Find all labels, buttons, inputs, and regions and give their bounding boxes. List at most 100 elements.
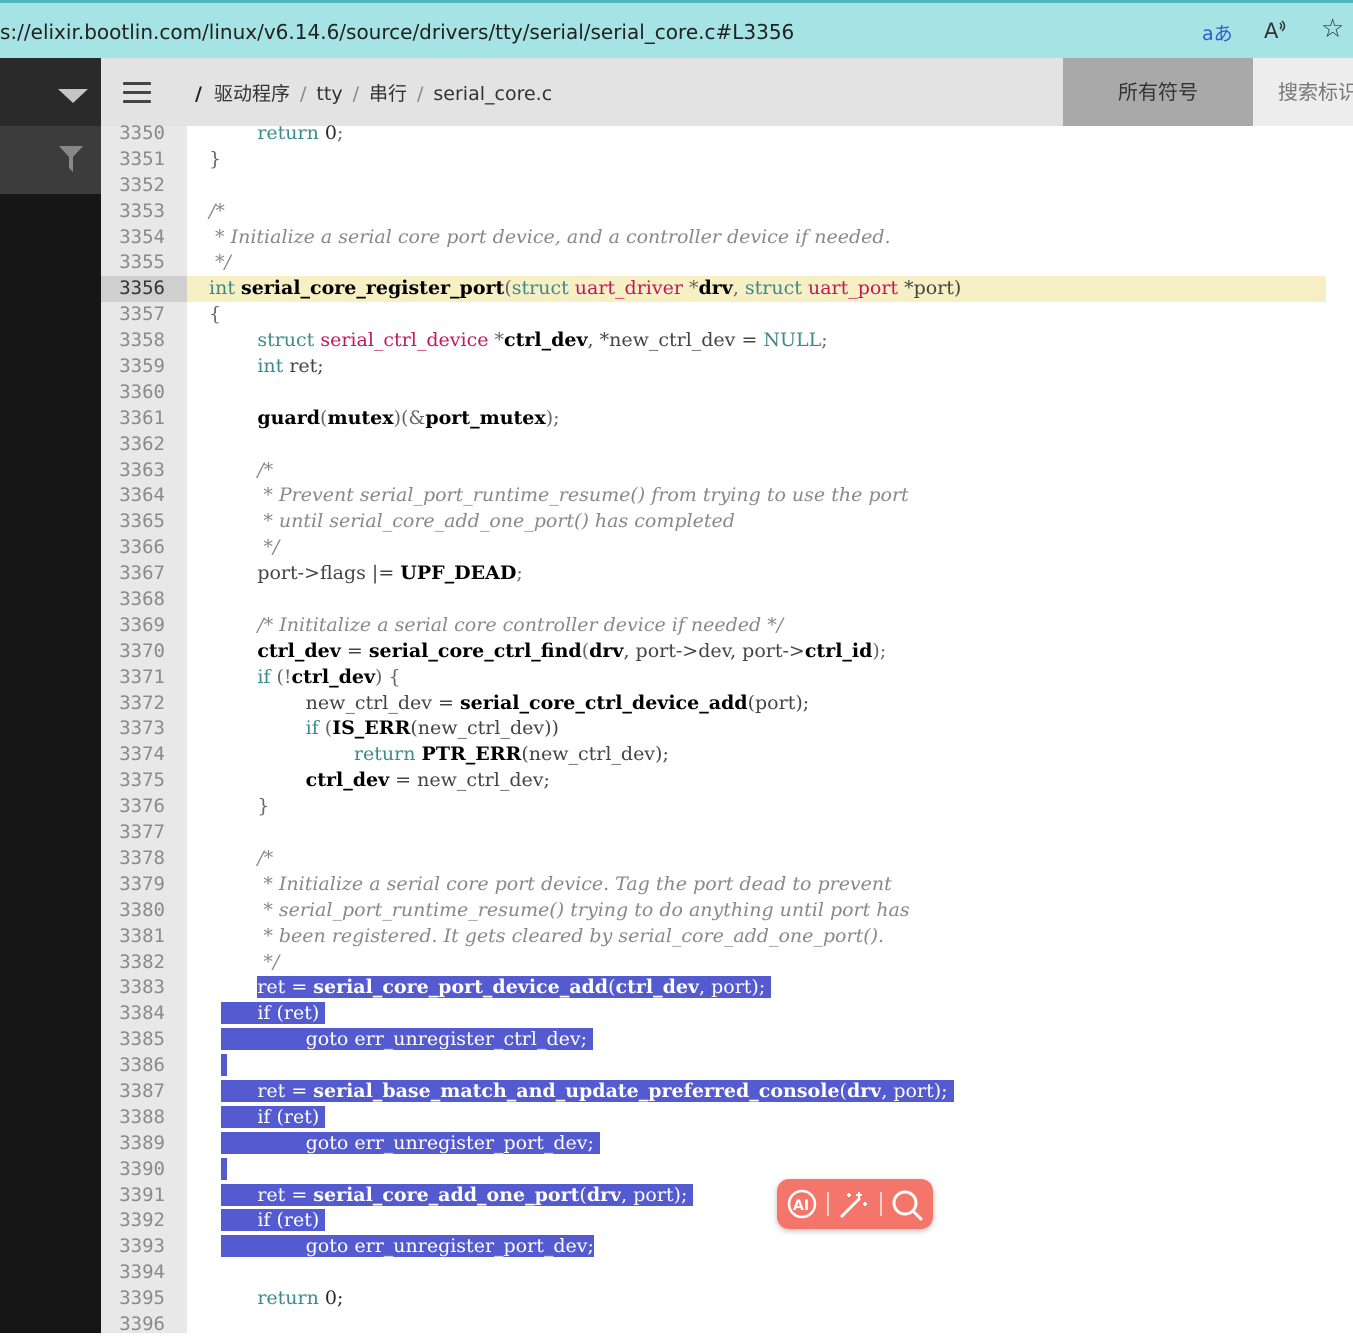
code-text[interactable]: if (ret) xyxy=(209,1105,326,1131)
code-text[interactable]: new_ctrl_dev = serial_core_ctrl_device_a… xyxy=(209,691,810,717)
search-identifier-button[interactable]: 搜索标识 xyxy=(1253,58,1353,126)
code-text[interactable]: /* xyxy=(209,199,225,225)
code-text[interactable]: return 0; xyxy=(209,1286,343,1312)
code-text[interactable]: ret = serial_core_port_device_add(ctrl_d… xyxy=(209,975,772,1001)
line-number[interactable]: 3352 xyxy=(101,173,165,199)
code-line[interactable]: 3360 xyxy=(101,380,1353,406)
code-line[interactable]: 3375 ctrl_dev = new_ctrl_dev; xyxy=(101,768,1353,794)
browser-address-bar[interactable]: s://elixir.bootlin.com/linux/v6.14.6/sou… xyxy=(0,0,1353,58)
code-text[interactable]: port->flags |= UPF_DEAD; xyxy=(209,561,522,587)
code-text[interactable]: int serial_core_register_port(struct uar… xyxy=(209,276,961,302)
code-line[interactable]: 3354 * Initialize a serial core port dev… xyxy=(101,225,1353,251)
code-line[interactable]: 3351} xyxy=(101,147,1353,173)
code-line[interactable]: 3393 goto err_unregister_port_dev; xyxy=(101,1234,1353,1260)
line-number[interactable]: 3366 xyxy=(101,535,165,561)
line-number[interactable]: 3393 xyxy=(101,1234,165,1260)
code-text[interactable]: if (IS_ERR(new_ctrl_dev)) xyxy=(209,716,559,742)
code-line[interactable]: 3350 return 0; xyxy=(101,121,1353,147)
line-number[interactable]: 3367 xyxy=(101,561,165,587)
code-line[interactable]: 3384 if (ret) xyxy=(101,1001,1353,1027)
code-line[interactable]: 3367 port->flags |= UPF_DEAD; xyxy=(101,561,1353,587)
favorite-star-icon[interactable]: ☆ xyxy=(1321,14,1344,44)
code-text[interactable]: */ xyxy=(209,950,279,976)
code-line[interactable]: 3380 * serial_port_runtime_resume() tryi… xyxy=(101,898,1353,924)
code-text[interactable] xyxy=(209,1053,228,1079)
code-line[interactable]: 3357 { xyxy=(101,302,1353,328)
code-text[interactable]: guard(mutex)(&port_mutex); xyxy=(209,406,559,432)
line-number[interactable]: 3390 xyxy=(101,1157,165,1183)
line-number[interactable]: 3389 xyxy=(101,1131,165,1157)
code-line[interactable]: 3385 goto err_unregister_ctrl_dev; xyxy=(101,1027,1353,1053)
code-text[interactable]: return PTR_ERR(new_ctrl_dev); xyxy=(209,742,669,768)
line-number[interactable]: 3378 xyxy=(101,846,165,872)
code-text[interactable]: if (ret) xyxy=(209,1001,326,1027)
code-line[interactable]: 3383 ret = serial_core_port_device_add(c… xyxy=(101,975,1353,1001)
line-number[interactable]: 3356 xyxy=(101,276,187,303)
code-line[interactable]: 3365 * until serial_core_add_one_port() … xyxy=(101,509,1353,535)
filter-icon[interactable] xyxy=(59,146,83,172)
breadcrumb-item-serial[interactable]: 串行 xyxy=(369,83,407,105)
code-text[interactable]: goto err_unregister_ctrl_dev; xyxy=(209,1027,594,1053)
line-number[interactable]: 3373 xyxy=(101,716,165,742)
code-text[interactable]: * Initialize a serial core port device. … xyxy=(209,872,891,898)
code-line[interactable]: 3359 int ret; xyxy=(101,354,1353,380)
line-number[interactable]: 3379 xyxy=(101,872,165,898)
code-line[interactable]: 3377 xyxy=(101,820,1353,846)
search-icon[interactable] xyxy=(890,1188,924,1222)
magic-wand-icon[interactable] xyxy=(837,1188,871,1220)
all-symbols-button[interactable]: 所有符号 xyxy=(1063,58,1253,126)
code-text[interactable]: * Initialize a serial core port device, … xyxy=(209,225,891,251)
code-line[interactable]: 3372 new_ctrl_dev = serial_core_ctrl_dev… xyxy=(101,691,1353,717)
code-line[interactable]: 3364 * Prevent serial_port_runtime_resum… xyxy=(101,483,1353,509)
breadcrumb-item-drivers[interactable]: 驱动程序 xyxy=(214,83,290,105)
code-text[interactable]: * been registered. It gets cleared by se… xyxy=(209,924,884,950)
code-text[interactable]: * until serial_core_add_one_port() has c… xyxy=(209,509,735,535)
code-line[interactable]: 3353 /* xyxy=(101,199,1353,225)
line-number[interactable]: 3355 xyxy=(101,250,165,276)
line-number[interactable]: 3363 xyxy=(101,458,165,484)
code-line[interactable]: 3373 if (IS_ERR(new_ctrl_dev)) xyxy=(101,716,1353,742)
url-text[interactable]: s://elixir.bootlin.com/linux/v6.14.6/sou… xyxy=(0,20,794,44)
code-text[interactable]: /* xyxy=(209,846,273,872)
code-line[interactable]: 3363 /* xyxy=(101,458,1353,484)
line-number[interactable]: 3388 xyxy=(101,1105,165,1131)
code-line[interactable]: 3381 * been registered. It gets cleared … xyxy=(101,924,1353,950)
line-number[interactable]: 3372 xyxy=(101,691,165,717)
code-line[interactable]: 3356 int serial_core_register_port(struct… xyxy=(101,276,1353,303)
code-line[interactable]: 3361 guard(mutex)(&port_mutex); xyxy=(101,406,1353,432)
code-text[interactable]: { xyxy=(209,302,221,328)
code-line[interactable]: 3366 */ xyxy=(101,535,1353,561)
code-text[interactable]: } xyxy=(209,147,221,173)
line-number[interactable]: 3369 xyxy=(101,613,165,639)
chevron-down-icon[interactable] xyxy=(58,89,88,103)
code-line[interactable]: 3389 goto err_unregister_port_dev; xyxy=(101,1131,1353,1157)
line-number[interactable]: 3377 xyxy=(101,820,165,846)
breadcrumb-root[interactable]: / xyxy=(195,83,202,105)
line-number[interactable]: 3395 xyxy=(101,1286,165,1312)
code-text[interactable]: /* Inititalize a serial core controller … xyxy=(209,613,783,639)
line-number[interactable]: 3374 xyxy=(101,742,165,768)
code-text[interactable]: ret = serial_base_match_and_update_prefe… xyxy=(209,1079,954,1105)
code-text[interactable]: ctrl_dev = serial_core_ctrl_find(drv, po… xyxy=(209,639,886,665)
sidebar-toggle[interactable] xyxy=(0,58,101,126)
code-line[interactable]: 3392 if (ret) xyxy=(101,1208,1353,1234)
code-text[interactable]: if (!ctrl_dev) { xyxy=(209,665,400,691)
code-line[interactable]: 3374 return PTR_ERR(new_ctrl_dev); xyxy=(101,742,1353,768)
code-line[interactable]: 3378 /* xyxy=(101,846,1353,872)
line-number[interactable]: 3357 xyxy=(101,302,165,328)
code-line[interactable]: 3368 xyxy=(101,587,1353,613)
line-number[interactable]: 3358 xyxy=(101,328,165,354)
code-line[interactable]: 3394 xyxy=(101,1260,1353,1286)
line-number[interactable]: 3394 xyxy=(101,1260,165,1286)
code-view[interactable]: 3350 return 0; 3351} 3352 3353/* 3354 * Init… xyxy=(101,121,1353,1338)
line-number[interactable]: 3387 xyxy=(101,1079,165,1105)
menu-icon[interactable] xyxy=(123,82,151,103)
line-number[interactable]: 3354 xyxy=(101,225,165,251)
line-number[interactable]: 3382 xyxy=(101,950,165,976)
code-line[interactable]: 3352 xyxy=(101,173,1353,199)
code-text[interactable]: } xyxy=(209,794,269,820)
line-number[interactable]: 3375 xyxy=(101,768,165,794)
line-number[interactable]: 3353 xyxy=(101,199,165,225)
line-number[interactable]: 3359 xyxy=(101,354,165,380)
line-number[interactable]: 3391 xyxy=(101,1183,165,1209)
